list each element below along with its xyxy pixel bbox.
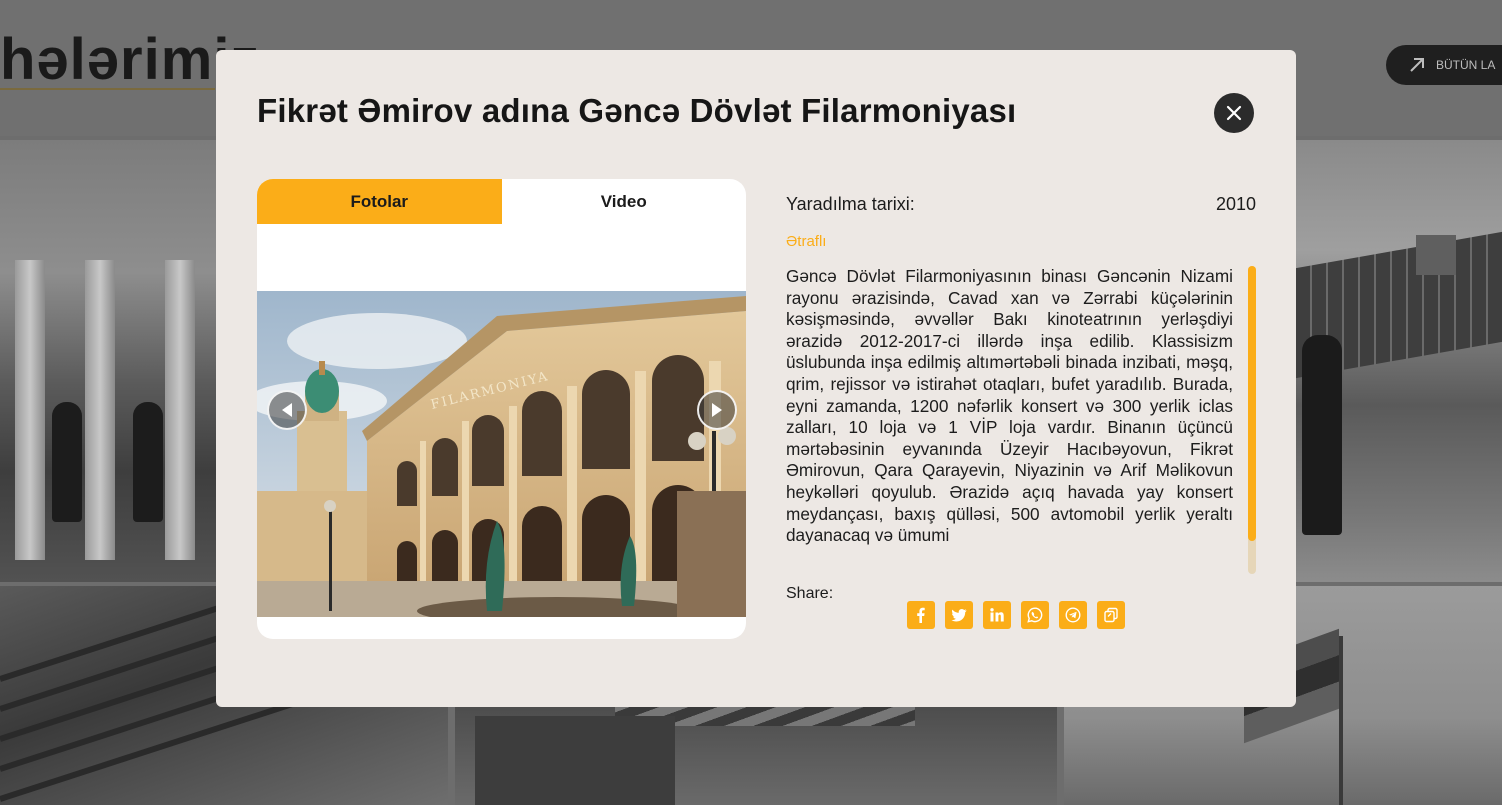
- close-icon: [1226, 105, 1242, 121]
- linkedin-icon: [990, 608, 1004, 622]
- detail-modal: Fikrət Əmirov adına Gəncə Dövlət Filarmo…: [216, 50, 1296, 707]
- view-all-label: BÜTÜN LA: [1436, 58, 1496, 72]
- media-tabs: Fotolar Video: [257, 179, 746, 224]
- arrow-up-right-icon: [1410, 58, 1424, 72]
- gallery-prev-button[interactable]: [267, 390, 307, 430]
- background-card-image: [1296, 140, 1502, 582]
- share-whatsapp-button[interactable]: [1021, 601, 1049, 629]
- gallery-slide: FILARMONIYA: [257, 291, 746, 617]
- chevron-right-icon: [712, 403, 722, 417]
- modal-title: Fikrət Əmirov adına Gəncə Dövlət Filarmo…: [257, 92, 1017, 129]
- building-photo: FILARMONIYA: [257, 291, 746, 617]
- facebook-icon: [917, 607, 925, 623]
- created-date-row: Yaradılma tarixi: 2010: [786, 194, 1256, 215]
- close-button[interactable]: [1214, 93, 1254, 133]
- background-card-image: [0, 140, 216, 582]
- gallery-next-button[interactable]: [697, 390, 737, 430]
- share-buttons: [907, 601, 1125, 629]
- scrollbar-thumb[interactable]: [1248, 266, 1256, 541]
- more-details-link[interactable]: Ətraflı: [786, 233, 826, 250]
- info-panel: Yaradılma tarixi: 2010 Ətraflı Gəncə Döv…: [786, 194, 1256, 629]
- share-facebook-button[interactable]: [907, 601, 935, 629]
- heading-underline: [0, 88, 215, 90]
- whatsapp-icon: [1027, 607, 1043, 623]
- share-linkedin-button[interactable]: [983, 601, 1011, 629]
- chevron-left-icon: [282, 403, 292, 417]
- description-text: Gəncə Dövlət Filarmoniyasının binası Gən…: [786, 266, 1233, 546]
- telegram-icon: [1065, 607, 1081, 623]
- scrollbar-track[interactable]: [1248, 266, 1256, 574]
- copy-link-button[interactable]: [1097, 601, 1125, 629]
- tab-photos[interactable]: Fotolar: [257, 179, 502, 224]
- view-all-button[interactable]: BÜTÜN LA: [1386, 45, 1502, 85]
- twitter-icon: [951, 609, 967, 622]
- share-label: Share:: [786, 585, 834, 602]
- copy-link-icon: [1104, 607, 1118, 623]
- created-date-label: Yaradılma tarixi:: [786, 194, 915, 214]
- description-scroll-area[interactable]: Gəncə Dövlət Filarmoniyasının binası Gən…: [786, 266, 1256, 574]
- media-gallery: Fotolar Video FILARMONIYA: [257, 179, 746, 639]
- share-telegram-button[interactable]: [1059, 601, 1087, 629]
- created-date-value: 2010: [1215, 194, 1256, 214]
- share-twitter-button[interactable]: [945, 601, 973, 629]
- tab-video[interactable]: Video: [502, 179, 747, 224]
